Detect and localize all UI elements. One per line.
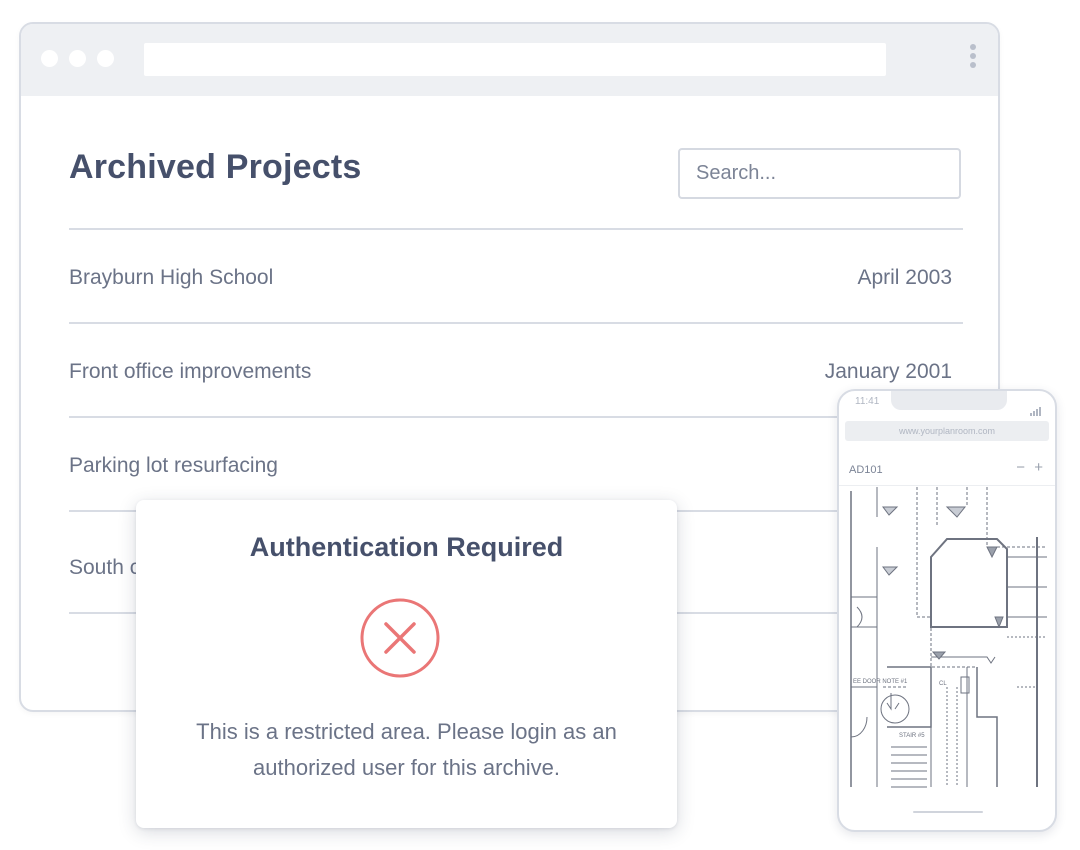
phone-url-bar[interactable]: www.yourplanroom.com (845, 421, 1049, 441)
window-control-dot[interactable] (69, 50, 86, 67)
status-time: 11:41 (855, 396, 880, 407)
project-row-name[interactable]: South c (69, 556, 140, 580)
sheet-header: AD101 − + (839, 455, 1055, 486)
close-circle-icon (360, 598, 440, 678)
window-control-dot[interactable] (41, 50, 58, 67)
project-row-name[interactable]: Front office improvements (69, 360, 311, 384)
divider (69, 228, 963, 230)
address-bar[interactable] (144, 43, 886, 76)
project-row-date: April 2003 (857, 266, 952, 289)
zoom-in-button[interactable]: + (1034, 459, 1043, 476)
page-title: Archived Projects (69, 148, 362, 186)
project-row-name[interactable]: Parking lot resurfacing (69, 454, 278, 478)
zoom-out-button[interactable]: − (1016, 459, 1025, 476)
project-row-date: January 2001 (824, 360, 952, 383)
modal-title: Authentication Required (249, 532, 564, 562)
window-control-dot[interactable] (97, 50, 114, 67)
plan-label-door-note: EE DOOR NOTE #1 (853, 679, 908, 685)
authentication-modal: Authentication Required This is a restri… (136, 500, 677, 828)
browser-toolbar (21, 24, 998, 96)
divider (69, 416, 963, 418)
search-input[interactable] (678, 148, 961, 199)
divider (69, 322, 963, 324)
phone-notch (891, 391, 1007, 410)
plan-label-stair: STAIR #5 (899, 733, 925, 739)
plan-label-cl: CL (939, 681, 947, 687)
floor-plan-drawing[interactable]: STAIR #5 CL EE DOOR NOTE #1 (847, 487, 1051, 795)
signal-icon (1029, 398, 1041, 416)
phone-frame: 11:41 www.yourplanroom.com AD101 − + STA… (837, 389, 1057, 832)
project-row-name[interactable]: Brayburn High School (69, 266, 273, 290)
sheet-label: AD101 (849, 464, 883, 476)
more-options-icon[interactable] (970, 44, 976, 72)
home-indicator (913, 811, 983, 813)
modal-message: This is a restricted area. Please login … (196, 719, 617, 780)
